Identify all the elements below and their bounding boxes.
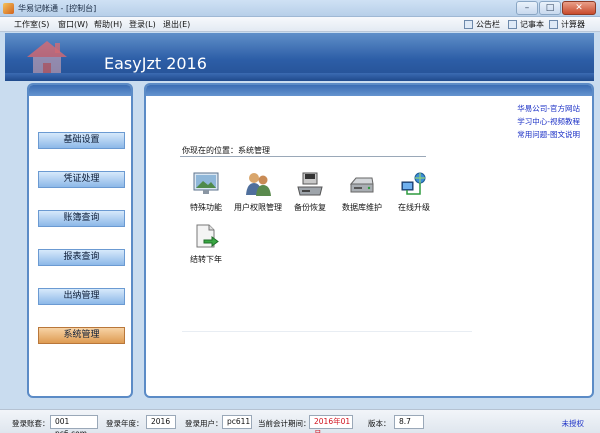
func-backup-restore-label: 备份恢复	[294, 203, 326, 212]
close-button[interactable]: ✕	[562, 1, 596, 15]
window-controls: – □ ✕	[516, 1, 596, 15]
banner-stripe	[5, 73, 594, 81]
period-value: 2016年01月	[309, 415, 353, 433]
func-user-permissions[interactable]: 用户权限管理	[230, 171, 286, 213]
monitor-icon	[193, 172, 219, 194]
main-header	[146, 85, 592, 96]
func-db-maintenance[interactable]: 数据库维护	[334, 171, 390, 213]
window-title: 华易记帐通 - [控制台]	[18, 4, 97, 13]
menu-help[interactable]: 帮助(H)	[94, 19, 122, 30]
sidebar-header	[29, 85, 131, 96]
menu-bulletin[interactable]: 公告栏	[476, 19, 500, 30]
document-arrow-icon	[196, 224, 219, 248]
banner: EasyJzt 2016	[5, 33, 594, 81]
content-bottom-divider	[182, 331, 472, 332]
link-official-site[interactable]: 华易公司-官方网站	[517, 102, 580, 115]
sidebar-item-basic-settings[interactable]: 基础设置	[38, 132, 125, 149]
func-special[interactable]: 特殊功能	[178, 171, 234, 213]
menu-exit[interactable]: 退出(E)	[163, 19, 190, 30]
func-special-label: 特殊功能	[190, 203, 222, 212]
func-year-end-carryover-label: 结转下年	[190, 255, 222, 264]
func-online-upgrade[interactable]: 在线升级	[386, 171, 442, 213]
func-online-upgrade-label: 在线升级	[398, 203, 430, 212]
version-value: 8.7	[394, 415, 424, 429]
maximize-button[interactable]: □	[539, 1, 561, 15]
version-label: 版本：	[368, 419, 391, 428]
func-year-end-carryover[interactable]: 结转下年	[178, 223, 234, 265]
banner-title: EasyJzt 2016	[104, 54, 207, 73]
sidebar-item-ledger[interactable]: 账簿查询	[38, 210, 125, 227]
period-label: 当前会计期间：	[258, 419, 311, 428]
bulletin-icon	[464, 20, 473, 29]
menu-calculator[interactable]: 计算器	[561, 19, 585, 30]
calculator-icon	[549, 20, 558, 29]
user-value: pc611	[222, 415, 252, 429]
status-bar: 登录账套： 001 pc6.com 登录年度： 2016 登录用户： pc611…	[0, 409, 600, 433]
menu-window[interactable]: 窗口(W)	[58, 19, 88, 30]
users-icon	[246, 173, 271, 196]
disk-drive-icon	[349, 177, 374, 193]
sidebar-item-cashier[interactable]: 出纳管理	[38, 288, 125, 305]
func-db-maintenance-label: 数据库维护	[342, 203, 382, 212]
menu-login[interactable]: 登录(L)	[129, 19, 156, 30]
minimize-button[interactable]: –	[516, 1, 538, 15]
help-links: 华易公司-官方网站 学习中心-视频教程 常用问题-图文说明	[517, 102, 580, 141]
year-label: 登录年度：	[106, 419, 144, 428]
menu-bar: 工作室(S) 窗口(W) 帮助(H) 登录(L) 退出(E) 公告栏 记事本 计…	[0, 17, 600, 32]
backup-drive-icon	[297, 172, 323, 196]
sidebar-item-system[interactable]: 系统管理	[38, 327, 125, 344]
license-link[interactable]: 未授权	[562, 418, 585, 429]
title-bar: 华易记帐通 - [控制台] – □ ✕	[0, 0, 600, 17]
account-value: 001 pc6.com	[50, 415, 98, 433]
year-value: 2016	[146, 415, 176, 429]
breadcrumb: 你现在的位置：系统管理	[182, 146, 270, 155]
sidebar: 基础设置 凭证处理 账簿查询 报表查询 出纳管理 系统管理	[27, 83, 133, 398]
func-backup-restore[interactable]: 备份恢复	[282, 171, 338, 213]
network-icon	[401, 172, 426, 195]
account-label: 登录账套：	[12, 419, 50, 428]
user-label: 登录用户：	[185, 419, 223, 428]
link-faq[interactable]: 常用问题-图文说明	[517, 128, 580, 141]
main-panel: 华易公司-官方网站 学习中心-视频教程 常用问题-图文说明 你现在的位置：系统管…	[144, 83, 594, 398]
app-icon	[3, 3, 14, 14]
sidebar-item-reports[interactable]: 报表查询	[38, 249, 125, 266]
divider	[180, 156, 426, 157]
link-video-tutorials[interactable]: 学习中心-视频教程	[517, 115, 580, 128]
sidebar-item-voucher[interactable]: 凭证处理	[38, 171, 125, 188]
func-user-permissions-label: 用户权限管理	[234, 203, 282, 212]
menu-notepad[interactable]: 记事本	[520, 19, 544, 30]
menu-workroom[interactable]: 工作室(S)	[14, 19, 49, 30]
notepad-icon	[508, 20, 517, 29]
